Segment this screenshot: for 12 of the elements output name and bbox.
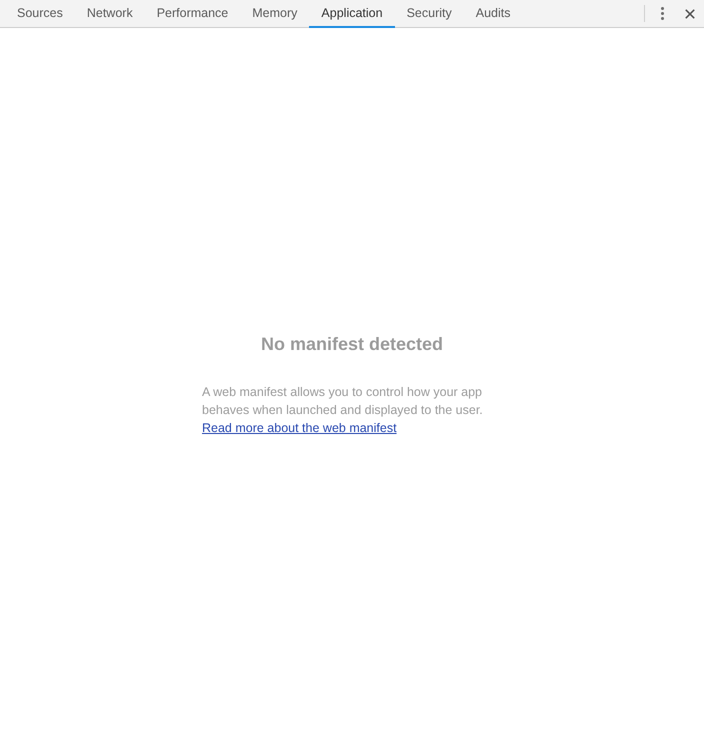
panel-tab[interactable]: Network bbox=[74, 0, 145, 28]
kebab-menu-icon[interactable] bbox=[661, 7, 664, 20]
panel-tab[interactable]: Memory bbox=[240, 0, 310, 28]
empty-state-title: No manifest detected bbox=[260, 333, 444, 355]
panel-tab[interactable]: Application bbox=[309, 0, 395, 28]
panel-tab[interactable]: Performance bbox=[144, 0, 240, 28]
empty-state-description: A web manifest allows you to control how your app behaves when launched and displayed to the user. Read more about the web manifest bbox=[202, 384, 484, 437]
panel-tab[interactable]: Sources bbox=[5, 0, 75, 28]
close-icon[interactable] bbox=[685, 8, 695, 18]
read-more-link[interactable]: Read more about the web manifest bbox=[202, 421, 397, 435]
panel-tab[interactable]: Audits bbox=[464, 0, 522, 28]
panel-tab[interactable]: Security bbox=[394, 0, 464, 28]
